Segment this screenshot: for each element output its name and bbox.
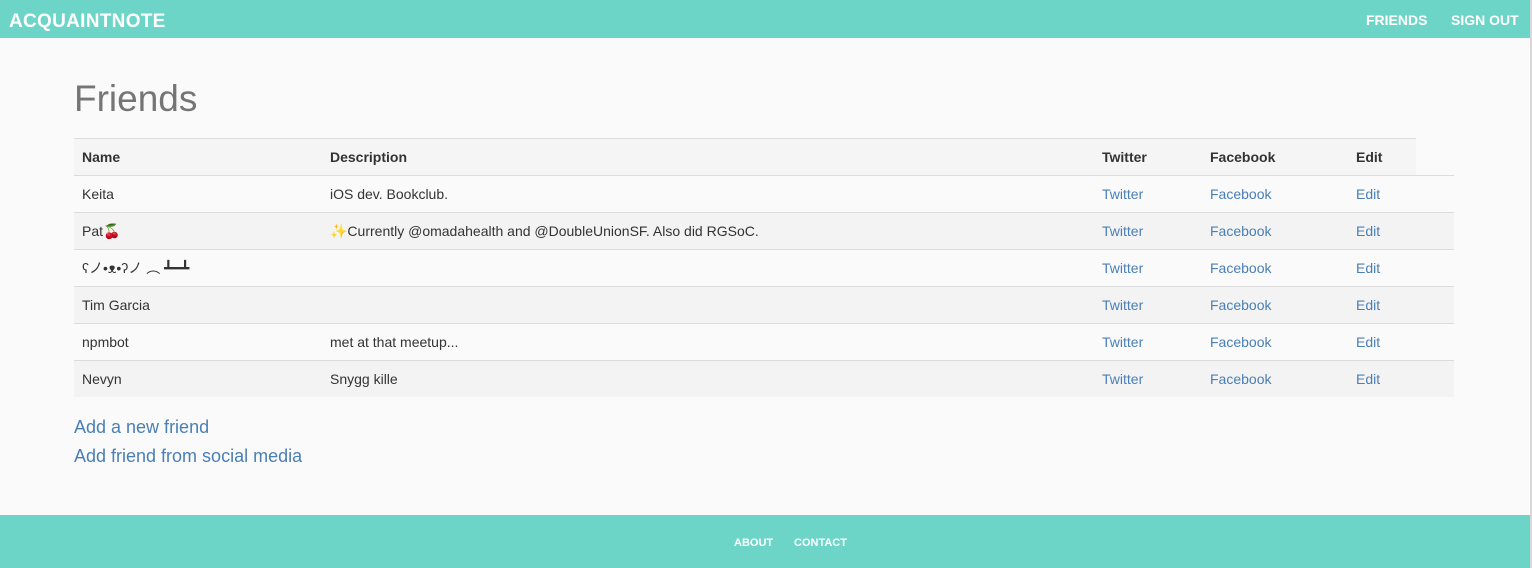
footer: ABOUT CONTACT (0, 515, 1530, 568)
twitter-link[interactable]: Twitter (1102, 297, 1143, 313)
table-row: npmbot met at that meetup... Twitter Fac… (74, 323, 1454, 361)
friend-description: ✨Currently @omadahealth and @DoubleUnion… (322, 212, 1094, 250)
twitter-link[interactable]: Twitter (1102, 334, 1143, 350)
row-spacer (1416, 323, 1454, 361)
table-row: Tim Garcia Twitter Facebook Edit (74, 286, 1454, 324)
table-row: ʕノ•ᴥ•ʔノ ︵ ┻━┻ Twitter Facebook Edit (74, 249, 1454, 287)
facebook-link[interactable]: Facebook (1210, 223, 1271, 239)
edit-link[interactable]: Edit (1356, 371, 1380, 387)
row-spacer (1416, 249, 1454, 287)
facebook-link[interactable]: Facebook (1210, 186, 1271, 202)
footer-about-link[interactable]: ABOUT (734, 537, 773, 549)
friend-description (322, 286, 1094, 324)
row-spacer (1416, 212, 1454, 250)
twitter-link[interactable]: Twitter (1102, 260, 1143, 276)
row-spacer (1416, 175, 1454, 213)
table-row: Pat🍒 ✨Currently @omadahealth and @Double… (74, 212, 1454, 250)
friend-name: Keita (74, 175, 322, 213)
table-row: Nevyn Snygg kille Twitter Facebook Edit (74, 360, 1454, 397)
header-spacer (1416, 138, 1454, 176)
add-new-friend-link[interactable]: Add a new friend (74, 417, 209, 438)
facebook-link[interactable]: Facebook (1210, 371, 1271, 387)
row-spacer (1416, 360, 1454, 397)
facebook-link[interactable]: Facebook (1210, 334, 1271, 350)
nav-friends-link[interactable]: FRIENDS (1366, 12, 1427, 28)
edit-link[interactable]: Edit (1356, 223, 1380, 239)
twitter-link[interactable]: Twitter (1102, 371, 1143, 387)
friend-name: Tim Garcia (74, 286, 322, 324)
friend-description (322, 249, 1094, 287)
facebook-link[interactable]: Facebook (1210, 297, 1271, 313)
friend-name: npmbot (74, 323, 322, 361)
facebook-link[interactable]: Facebook (1210, 260, 1271, 276)
edit-link[interactable]: Edit (1356, 297, 1380, 313)
header-description: Description (322, 138, 1094, 176)
friend-name: ʕノ•ᴥ•ʔノ ︵ ┻━┻ (74, 249, 322, 287)
table-row: Keita iOS dev. Bookclub. Twitter Faceboo… (74, 175, 1454, 213)
friend-description: met at that meetup... (322, 323, 1094, 361)
twitter-link[interactable]: Twitter (1102, 186, 1143, 202)
friend-name: Nevyn (74, 360, 322, 397)
edit-link[interactable]: Edit (1356, 260, 1380, 276)
row-spacer (1416, 286, 1454, 324)
footer-contact-link[interactable]: CONTACT (794, 537, 847, 549)
friends-table: Name Description Twitter Facebook Edit K… (74, 138, 1454, 397)
friend-description: Snygg kille (322, 360, 1094, 397)
twitter-link[interactable]: Twitter (1102, 223, 1143, 239)
edit-link[interactable]: Edit (1356, 334, 1380, 350)
friend-name: Pat🍒 (74, 212, 322, 250)
table-header-row: Name Description Twitter Facebook Edit (74, 138, 1454, 176)
page-title: Friends (74, 78, 198, 119)
header-name: Name (74, 138, 322, 176)
header-twitter: Twitter (1094, 138, 1202, 176)
top-navbar: ACQUAINTNOTE FRIENDS SIGN OUT (0, 0, 1530, 38)
add-friend-social-link[interactable]: Add friend from social media (74, 446, 302, 467)
friend-description: iOS dev. Bookclub. (322, 175, 1094, 213)
edit-link[interactable]: Edit (1356, 186, 1380, 202)
header-facebook: Facebook (1202, 138, 1348, 176)
brand-logo-link[interactable]: ACQUAINTNOTE (9, 11, 166, 33)
nav-sign-out-link[interactable]: SIGN OUT (1451, 12, 1519, 28)
header-edit: Edit (1348, 138, 1416, 176)
